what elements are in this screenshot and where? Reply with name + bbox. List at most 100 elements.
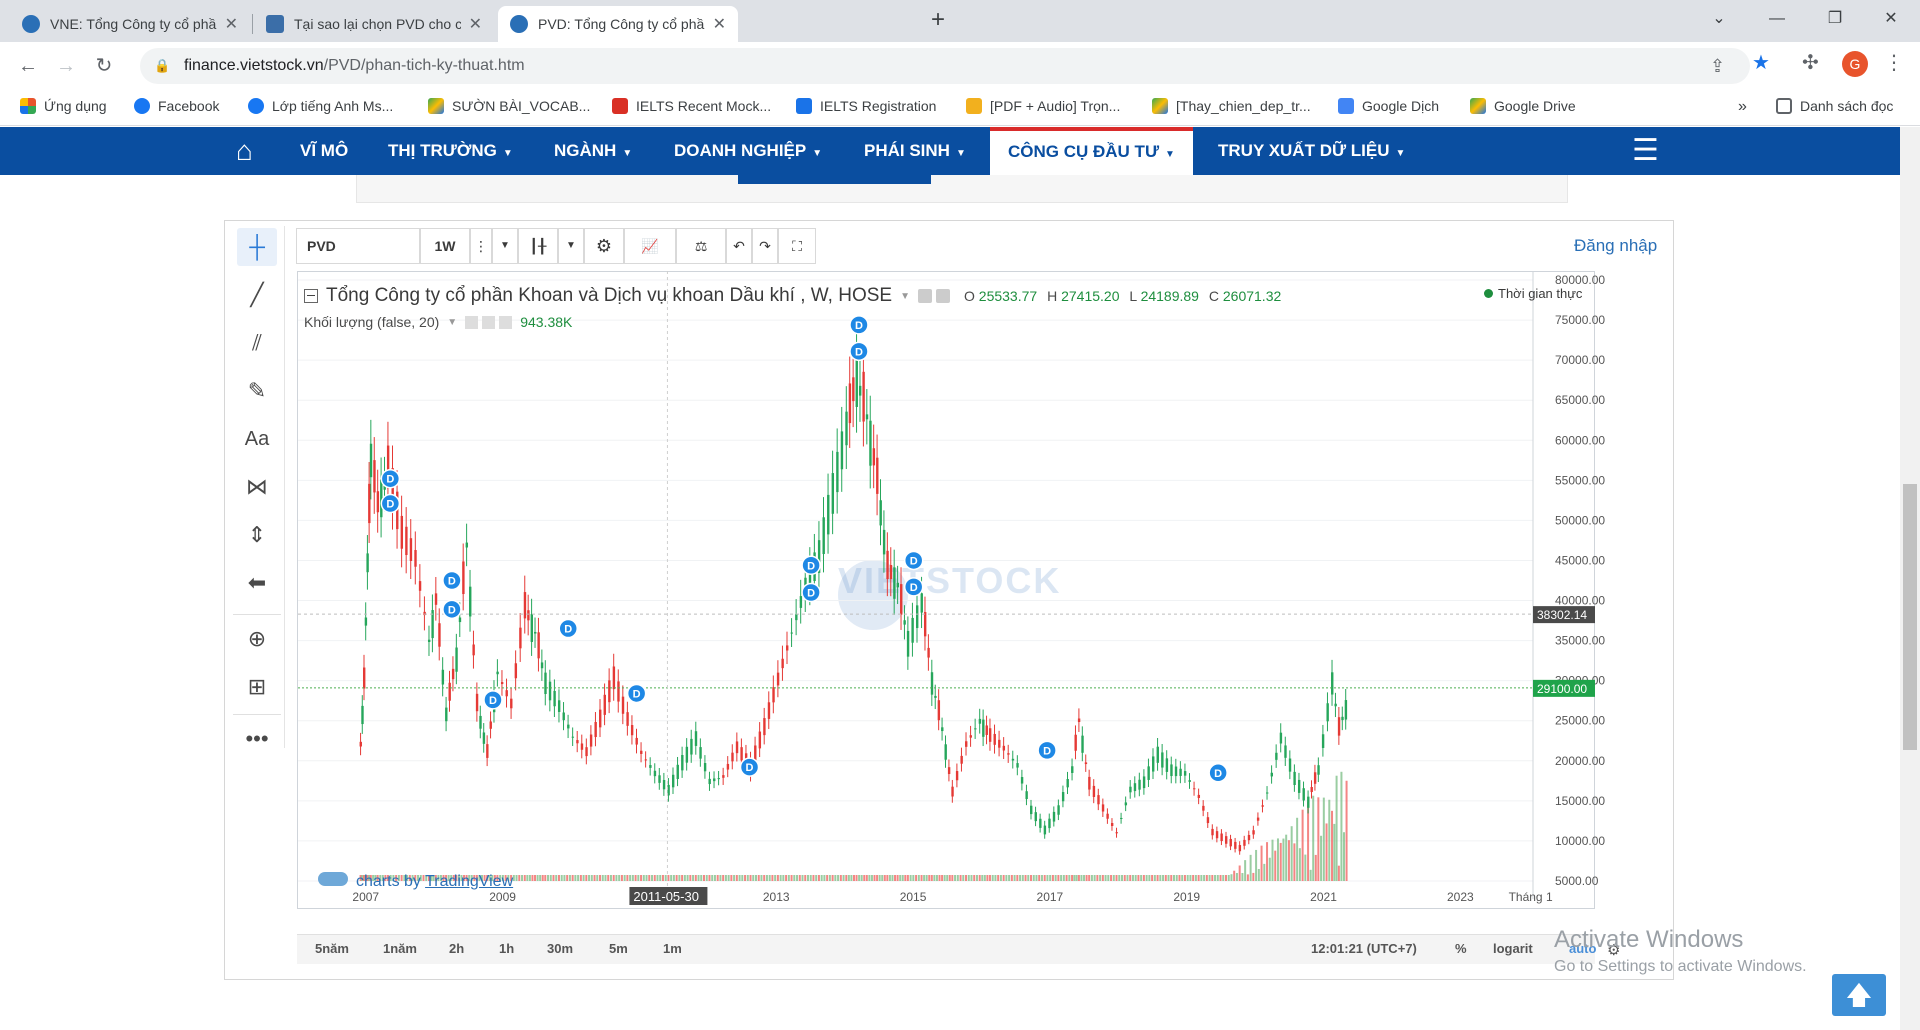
bookmark-ielts-registration[interactable]: IELTS Registration (796, 98, 936, 114)
more-tools-icon[interactable]: ••• (237, 720, 277, 758)
candle-body (366, 553, 369, 573)
browser-tab-1[interactable]: VNE: Tổng Công ty cổ phần Xây dựng ✕ (10, 6, 250, 42)
candle-body (722, 775, 725, 778)
redo-icon[interactable]: ↷ (752, 228, 778, 264)
back-to-top-button[interactable]: 🡅 (1832, 974, 1886, 1016)
more-bookmarks-icon[interactable]: » (1738, 98, 1747, 116)
fullscreen-icon[interactable]: ⛶ (778, 228, 816, 264)
undo-icon[interactable]: ↶ (726, 228, 752, 264)
settings-gear-icon[interactable]: ⚙ (584, 228, 624, 264)
new-tab-button[interactable]: + (924, 6, 952, 36)
back-icon[interactable]: ← (14, 52, 42, 80)
bookmark-google-dich[interactable]: Google Dịch (1338, 98, 1439, 114)
nav-vi-mo[interactable]: VĨ MÔ (300, 127, 348, 175)
bookmark-facebook[interactable]: Facebook (134, 98, 219, 114)
measure-tool-icon[interactable]: ⇕ (237, 516, 277, 554)
volume-bar (1279, 842, 1282, 881)
brush-tool-icon[interactable]: ✎ (237, 372, 277, 410)
nav-thi-truong[interactable]: THỊ TRƯỜNG ▼ (388, 127, 513, 175)
candle-body (644, 759, 648, 761)
zoom-in-tool-icon[interactable]: ⊕ (237, 620, 277, 658)
volume-dropdown-icon[interactable]: ▼ (447, 317, 457, 328)
volume-remove-icon[interactable] (499, 315, 513, 329)
range-30m[interactable]: 30m (547, 941, 573, 956)
extensions-puzzle-icon[interactable]: ✣ (1802, 50, 1819, 75)
restore-button[interactable]: ❐ (1806, 0, 1864, 38)
percent-toggle[interactable]: % (1455, 941, 1467, 956)
share-icon[interactable]: ⇪ (1710, 56, 1725, 77)
bookmark-suon-bai[interactable]: SƯỜN BÀI_VOCAB... (428, 98, 590, 114)
address-input[interactable]: 🔒 finance.vietstock.vn/PVD/phan-tich-ky-… (140, 48, 1750, 84)
close-tab-icon[interactable]: ✕ (713, 14, 726, 34)
close-tab-icon[interactable]: ✕ (469, 14, 482, 34)
symbol-input[interactable]: PVD (296, 228, 420, 264)
menu-kebab-icon[interactable]: ⋮ (1884, 50, 1904, 75)
volume-bar (1057, 875, 1060, 881)
nav-phai-sinh[interactable]: PHÁI SINH ▼ (864, 127, 966, 175)
legend-settings-icon[interactable] (936, 289, 950, 303)
candle-body (896, 582, 900, 588)
profile-avatar[interactable]: G (1842, 51, 1868, 77)
price-chart-svg[interactable]: 80000.00 75000.00 70000.00 65000.00 60000.00… (297, 271, 1662, 931)
arrow-tool-icon[interactable]: ⬅ (237, 564, 277, 602)
style-dropdown-icon[interactable]: ▼ (558, 228, 584, 264)
text-tool-icon[interactable]: Aa (237, 420, 277, 458)
bookmark-ielts-mock[interactable]: IELTS Recent Mock... (612, 98, 771, 114)
close-window-button[interactable]: ✕ (1862, 0, 1920, 38)
interval-button[interactable]: 1W (420, 228, 470, 264)
magnet-tool-icon[interactable]: ⊞ (237, 668, 277, 706)
forward-icon[interactable]: → (52, 52, 80, 80)
close-tab-icon[interactable]: ✕ (225, 14, 238, 34)
trend-line-tool-icon[interactable]: ╱ (237, 276, 277, 314)
fib-tool-icon[interactable]: ⫽ (237, 324, 277, 362)
pattern-tool-icon[interactable]: ⋈ (237, 468, 277, 506)
minimize-button[interactable]: — (1748, 0, 1806, 38)
range-5nam[interactable]: 5năm (315, 941, 349, 956)
range-1h[interactable]: 1h (499, 941, 514, 956)
range-1m[interactable]: 1m (663, 941, 682, 956)
crosshair-tool-icon[interactable]: ┼ (237, 228, 277, 266)
reading-list[interactable]: Danh sách đọc (1776, 98, 1893, 114)
legend-dropdown-icon[interactable]: ▼ (900, 291, 910, 302)
bookmark-apps[interactable]: Ứng dụng (20, 98, 107, 114)
nav-cong-cu-dau-tu[interactable]: CÔNG CỤ ĐẦU TƯ ▼ (990, 127, 1193, 175)
login-link[interactable]: Đăng nhập (1574, 236, 1657, 256)
volume-bar (839, 875, 842, 881)
active-sub-tab[interactable] (738, 175, 931, 184)
collapse-legend-icon[interactable] (304, 289, 318, 303)
range-5m[interactable]: 5m (609, 941, 628, 956)
compare-scale-icon[interactable]: ⚖ (676, 228, 726, 264)
bookmark-google-drive[interactable]: Google Drive (1470, 98, 1576, 114)
log-toggle[interactable]: logarit (1493, 941, 1533, 956)
nav-nganh[interactable]: NGÀNH ▼ (554, 127, 632, 175)
home-icon[interactable]: ⌂ (236, 127, 253, 175)
hamburger-menu-icon[interactable]: ☰ (1632, 127, 1659, 175)
interval-dropdown-icon[interactable]: ▼ (492, 228, 518, 264)
tradingview-credit[interactable]: charts by TradingView (318, 872, 513, 891)
browser-tab-2[interactable]: Tại sao lại chọn PVD cho con sóng ✕ (254, 6, 494, 42)
bookmark-pdf-audio[interactable]: [PDF + Audio] Trọn... (966, 98, 1120, 114)
eye-icon[interactable] (918, 289, 932, 303)
tradingview-link[interactable]: TradingView (425, 873, 513, 890)
tab-search-icon[interactable]: ⌄ (1690, 0, 1748, 38)
bookmark-thay-chien[interactable]: [Thay_chien_dep_tr... (1152, 98, 1311, 114)
range-2h[interactable]: 2h (449, 941, 464, 956)
browser-tab-3-active[interactable]: PVD: Tổng Công ty cổ phần Khoan ✕ (498, 6, 738, 42)
interval-kebab-icon[interactable]: ⋮ (470, 228, 492, 264)
nav-doanh-nghiep[interactable]: DOANH NGHIỆP ▼ (674, 127, 822, 175)
volume-eye-icon[interactable] (465, 315, 479, 329)
bookmark-lop-tieng-anh[interactable]: Lớp tiếng Anh Ms... (248, 98, 393, 114)
volume-bar (1189, 875, 1192, 881)
volume-bar (521, 875, 524, 881)
volume-settings-icon[interactable] (482, 315, 496, 329)
page-scrollbar-thumb[interactable] (1903, 484, 1917, 750)
indicators-icon[interactable]: 📈 (624, 228, 676, 264)
volume-bar (1214, 875, 1217, 881)
bookmark-star-icon[interactable]: ★ (1752, 50, 1770, 75)
candle-style-icon[interactable]: ┃╂ (518, 228, 558, 264)
nav-truy-xuat-du-lieu[interactable]: TRUY XUẤT DỮ LIỆU ▼ (1218, 127, 1405, 175)
range-1nam[interactable]: 1năm (383, 941, 417, 956)
volume-bar (1216, 875, 1219, 881)
reload-icon[interactable]: ↻ (90, 52, 118, 80)
lock-icon[interactable]: 🔒 (154, 58, 170, 74)
